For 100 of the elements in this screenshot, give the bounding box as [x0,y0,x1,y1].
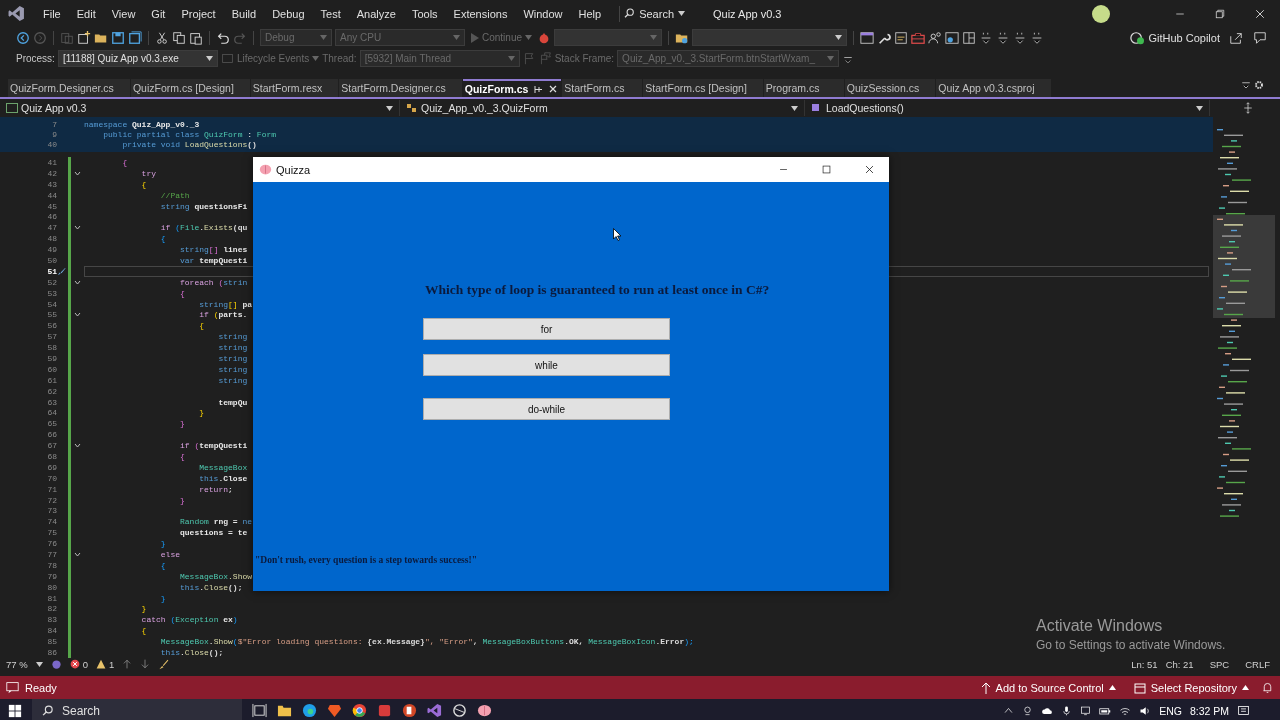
close-icon[interactable] [864,164,875,175]
file-tab[interactable]: Quiz App v0.3.csproj [936,79,1051,97]
circle-app-icon[interactable] [452,703,467,718]
taskbar-search-field[interactable]: Search [32,699,242,720]
lion-shield-icon[interactable] [327,703,342,718]
cut-icon[interactable] [155,30,169,45]
settings-icon[interactable] [1253,79,1265,91]
zoom-dropdown[interactable]: 77 % [6,658,28,670]
search-button[interactable]: Search [619,5,689,22]
menu-item[interactable]: Help [570,7,610,20]
window-icon[interactable] [945,30,960,45]
file-tab[interactable]: QuizForm.cs [Design] [130,79,250,97]
avatar-icon[interactable] [1092,4,1110,23]
caret-icon[interactable] [835,35,843,40]
copilot-button[interactable]: GitHub Copilot [1124,29,1226,46]
new-item-icon[interactable] [77,30,91,45]
file-tab[interactable]: QuizForm.cs [462,79,562,97]
error-count[interactable]: 0 [82,658,88,670]
add-to-source-control-button[interactable]: Add to Source Control [974,681,1122,694]
paste-icon[interactable] [189,30,203,45]
save-icon[interactable] [111,30,125,45]
caret-icon[interactable] [1196,105,1203,111]
task-view-icon[interactable] [252,703,267,718]
file-tab[interactable]: StartForm.resx [250,79,339,97]
collapse-icon[interactable] [74,443,81,449]
browser-icon[interactable] [302,703,317,718]
copy-icon[interactable] [172,30,186,45]
webcam-icon[interactable] [1022,705,1034,716]
maximize-icon[interactable] [821,164,832,175]
warning-count[interactable]: 1 [108,658,115,670]
file-tab[interactable]: Program.cs [763,79,844,97]
visual-studio-icon[interactable] [427,703,442,718]
file-tab[interactable]: StartForm.cs [562,79,643,97]
microphone-icon[interactable] [1061,705,1073,716]
speaker-icon[interactable] [1139,704,1152,717]
back-icon[interactable] [16,30,30,45]
file-tab[interactable]: StartForm.cs [Design] [643,79,763,97]
caret-icon[interactable] [791,105,798,111]
column-indicator[interactable]: Ch: 21 [1165,658,1194,670]
file-tab[interactable]: QuizSession.cs [844,79,936,97]
collapse-icon[interactable] [74,552,81,557]
notification-bell-icon[interactable] [1261,681,1274,694]
people-icon[interactable] [928,30,943,45]
menu-item[interactable]: Build [223,7,265,20]
list-window-icon[interactable] [894,30,909,45]
line-indicator[interactable]: Ln: 51 [1131,658,1158,670]
line-ending-indicator[interactable]: CRLF [1245,658,1270,670]
notifications-icon[interactable] [1237,704,1250,717]
save-all-icon[interactable] [128,30,142,45]
collapse-icon[interactable] [74,279,81,285]
menu-item[interactable]: Debug [264,7,313,20]
up-arrow-icon[interactable] [122,659,133,669]
presentation-icon[interactable] [402,703,417,718]
menu-item[interactable]: Tools [403,7,446,20]
menu-item[interactable]: Analyze [348,7,404,20]
caret-icon[interactable] [205,56,213,61]
pin-icon[interactable] [534,84,544,94]
down-arrow-icon[interactable] [140,659,151,669]
caret-icon[interactable] [386,105,393,111]
clock[interactable]: 8:32 PM [1189,704,1229,717]
collapse-icon[interactable] [74,225,81,231]
type-dropdown[interactable]: Quiz_App_v0._3.QuizForm [400,100,805,116]
feedback-icon[interactable] [1253,30,1267,45]
file-tab[interactable]: StartForm.Designer.cs [339,79,462,97]
caret-icon[interactable] [678,11,685,16]
answer-button[interactable]: do-while [423,398,670,420]
toolbox-icon[interactable] [911,30,926,45]
menu-item[interactable]: Edit [68,7,104,20]
close-icon[interactable] [1254,7,1266,20]
share-icon[interactable] [1229,30,1243,45]
project-dropdown[interactable]: Quiz App v0.3 [0,100,400,116]
chevron-up-icon[interactable] [1003,705,1015,716]
layout-icon[interactable] [962,30,977,45]
menu-item[interactable]: Test [312,7,349,20]
collapse-icon[interactable] [74,312,81,318]
undo-icon[interactable] [216,30,230,45]
answer-button[interactable]: for [423,318,670,340]
select-repository-button[interactable]: Select Repository [1127,681,1255,694]
caret-icon[interactable] [1242,685,1249,690]
brush-icon[interactable] [158,658,170,670]
display-icon[interactable] [1080,705,1092,716]
menu-item[interactable]: Project [173,7,224,20]
chrome-icon[interactable] [352,703,367,718]
brain-icon[interactable] [477,703,492,718]
file-tab[interactable]: QuizForm.Designer.cs [8,79,130,97]
start-icon[interactable] [8,703,22,718]
tab-list-icon[interactable] [1240,79,1252,91]
collapse-icon[interactable] [74,170,81,176]
menu-item[interactable]: Extensions [445,7,516,20]
language-indicator[interactable]: ENG [1159,704,1182,717]
split-icon[interactable] [1242,102,1254,114]
window-icon[interactable] [860,30,875,45]
member-dropdown[interactable]: LoadQuestions() [805,100,1210,116]
menu-item[interactable]: File [35,7,69,20]
square-app-icon[interactable] [377,703,392,718]
restore-icon[interactable] [1214,7,1226,20]
warning-icon[interactable] [95,659,106,669]
menu-item[interactable]: Window [515,7,571,20]
menu-item[interactable]: View [103,7,144,20]
answer-button[interactable]: while [423,354,670,376]
